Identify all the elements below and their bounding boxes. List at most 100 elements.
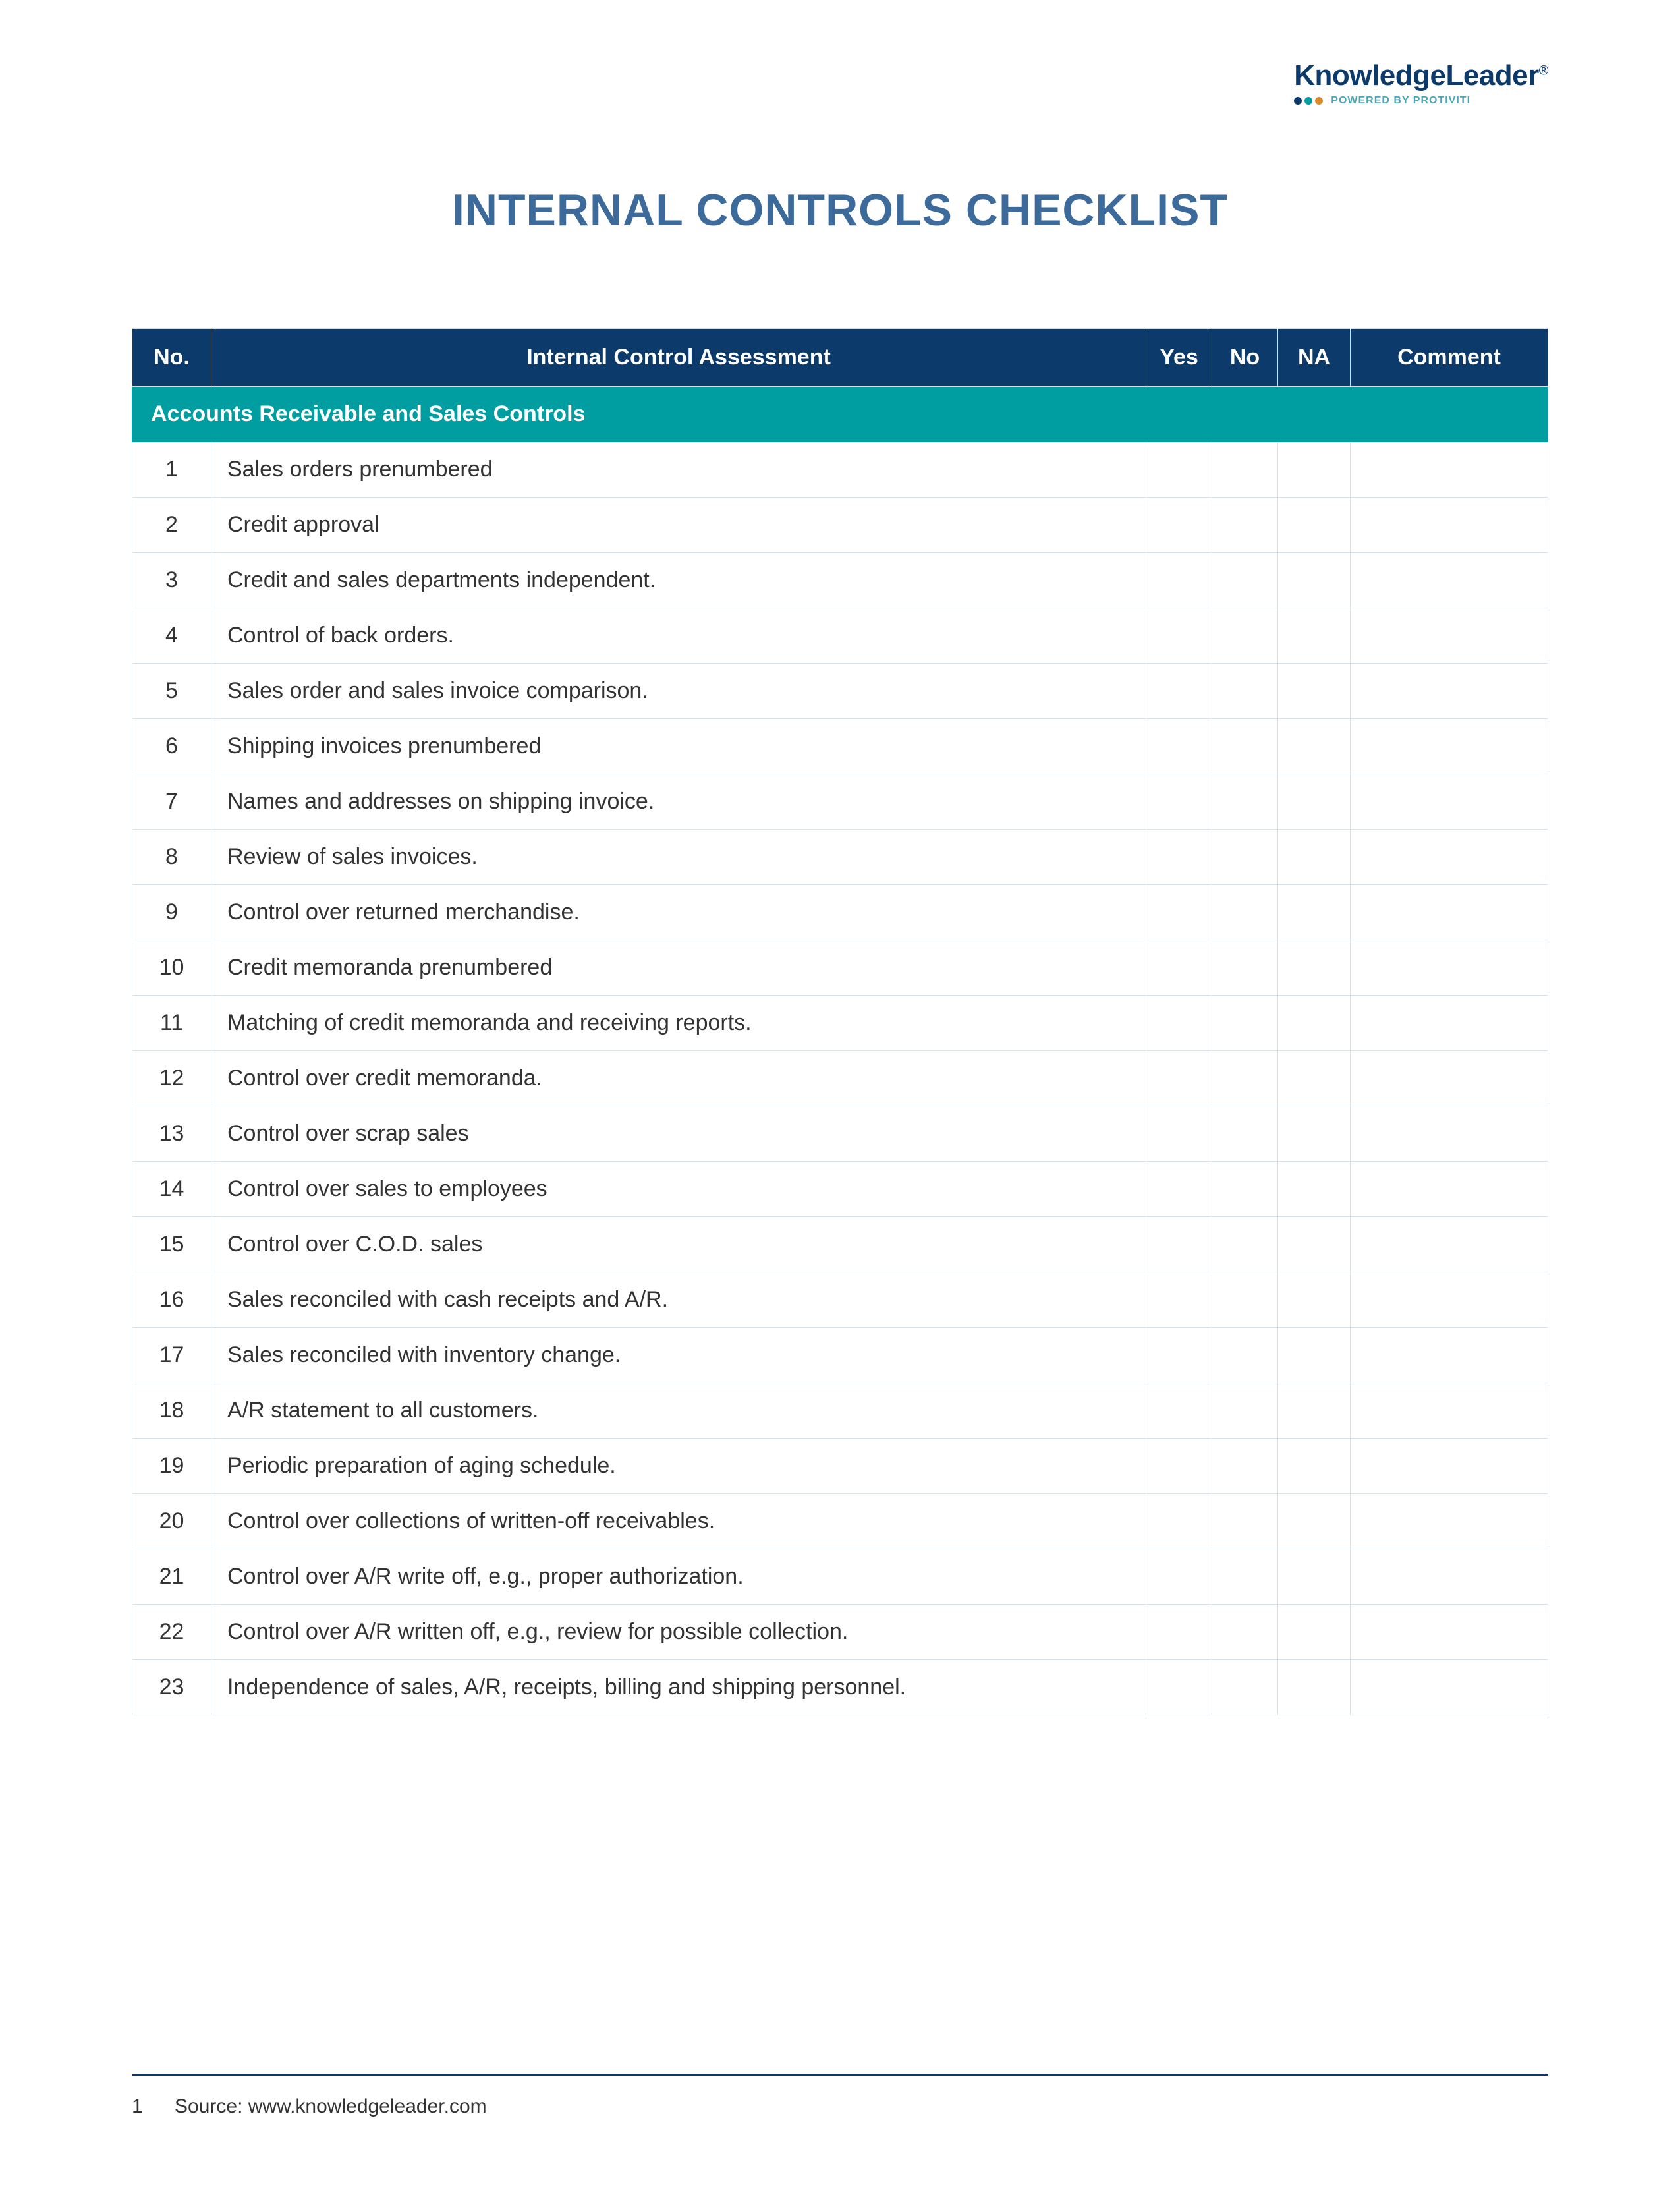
cell-yes[interactable]	[1146, 1660, 1212, 1715]
table-row: 2Credit approval	[132, 498, 1548, 553]
cell-comment[interactable]	[1351, 1217, 1548, 1272]
cell-comment[interactable]	[1351, 1383, 1548, 1439]
cell-no[interactable]	[1212, 996, 1278, 1051]
table-row: 19Periodic preparation of aging schedule…	[132, 1439, 1548, 1494]
cell-yes[interactable]	[1146, 664, 1212, 719]
cell-yes[interactable]	[1146, 498, 1212, 553]
cell-comment[interactable]	[1351, 1494, 1548, 1549]
cell-na[interactable]	[1278, 664, 1351, 719]
cell-no[interactable]	[1212, 1549, 1278, 1605]
row-number: 1	[132, 442, 211, 498]
cell-na[interactable]	[1278, 996, 1351, 1051]
cell-comment[interactable]	[1351, 885, 1548, 940]
cell-comment[interactable]	[1351, 498, 1548, 553]
cell-no[interactable]	[1212, 1383, 1278, 1439]
cell-comment[interactable]	[1351, 1272, 1548, 1328]
cell-na[interactable]	[1278, 830, 1351, 885]
cell-no[interactable]	[1212, 830, 1278, 885]
cell-na[interactable]	[1278, 1660, 1351, 1715]
cell-comment[interactable]	[1351, 719, 1548, 774]
cell-yes[interactable]	[1146, 719, 1212, 774]
cell-comment[interactable]	[1351, 1549, 1548, 1605]
cell-no[interactable]	[1212, 719, 1278, 774]
cell-yes[interactable]	[1146, 442, 1212, 498]
cell-yes[interactable]	[1146, 1106, 1212, 1162]
cell-no[interactable]	[1212, 608, 1278, 664]
cell-comment[interactable]	[1351, 1328, 1548, 1383]
cell-no[interactable]	[1212, 553, 1278, 608]
cell-na[interactable]	[1278, 719, 1351, 774]
cell-no[interactable]	[1212, 1605, 1278, 1660]
cell-no[interactable]	[1212, 1217, 1278, 1272]
cell-comment[interactable]	[1351, 608, 1548, 664]
cell-yes[interactable]	[1146, 1605, 1212, 1660]
cell-no[interactable]	[1212, 940, 1278, 996]
cell-comment[interactable]	[1351, 1605, 1548, 1660]
cell-comment[interactable]	[1351, 553, 1548, 608]
cell-yes[interactable]	[1146, 553, 1212, 608]
cell-comment[interactable]	[1351, 1439, 1548, 1494]
cell-no[interactable]	[1212, 1272, 1278, 1328]
cell-na[interactable]	[1278, 940, 1351, 996]
cell-comment[interactable]	[1351, 442, 1548, 498]
cell-no[interactable]	[1212, 498, 1278, 553]
cell-no[interactable]	[1212, 1660, 1278, 1715]
cell-comment[interactable]	[1351, 830, 1548, 885]
cell-na[interactable]	[1278, 608, 1351, 664]
table-row: 5Sales order and sales invoice compariso…	[132, 664, 1548, 719]
cell-yes[interactable]	[1146, 608, 1212, 664]
cell-yes[interactable]	[1146, 1383, 1212, 1439]
cell-yes[interactable]	[1146, 1494, 1212, 1549]
cell-comment[interactable]	[1351, 1660, 1548, 1715]
cell-yes[interactable]	[1146, 774, 1212, 830]
row-number: 9	[132, 885, 211, 940]
cell-comment[interactable]	[1351, 1106, 1548, 1162]
cell-no[interactable]	[1212, 1328, 1278, 1383]
cell-yes[interactable]	[1146, 885, 1212, 940]
cell-yes[interactable]	[1146, 1439, 1212, 1494]
cell-yes[interactable]	[1146, 940, 1212, 996]
cell-na[interactable]	[1278, 1162, 1351, 1217]
cell-na[interactable]	[1278, 885, 1351, 940]
cell-na[interactable]	[1278, 774, 1351, 830]
cell-comment[interactable]	[1351, 774, 1548, 830]
cell-yes[interactable]	[1146, 1162, 1212, 1217]
cell-na[interactable]	[1278, 1549, 1351, 1605]
cell-no[interactable]	[1212, 1494, 1278, 1549]
table-row: 12Control over credit memoranda.	[132, 1051, 1548, 1106]
cell-na[interactable]	[1278, 1217, 1351, 1272]
cell-yes[interactable]	[1146, 1328, 1212, 1383]
cell-comment[interactable]	[1351, 1051, 1548, 1106]
cell-na[interactable]	[1278, 1051, 1351, 1106]
cell-yes[interactable]	[1146, 1051, 1212, 1106]
cell-no[interactable]	[1212, 664, 1278, 719]
cell-na[interactable]	[1278, 442, 1351, 498]
cell-na[interactable]	[1278, 1605, 1351, 1660]
cell-no[interactable]	[1212, 885, 1278, 940]
cell-yes[interactable]	[1146, 1272, 1212, 1328]
cell-yes[interactable]	[1146, 1549, 1212, 1605]
cell-yes[interactable]	[1146, 1217, 1212, 1272]
cell-no[interactable]	[1212, 1439, 1278, 1494]
cell-na[interactable]	[1278, 1272, 1351, 1328]
cell-na[interactable]	[1278, 553, 1351, 608]
cell-na[interactable]	[1278, 1328, 1351, 1383]
cell-no[interactable]	[1212, 1162, 1278, 1217]
cell-na[interactable]	[1278, 1439, 1351, 1494]
cell-yes[interactable]	[1146, 830, 1212, 885]
cell-comment[interactable]	[1351, 996, 1548, 1051]
cell-na[interactable]	[1278, 1383, 1351, 1439]
cell-no[interactable]	[1212, 1106, 1278, 1162]
cell-comment[interactable]	[1351, 1162, 1548, 1217]
table-row: 9Control over returned merchandise.	[132, 885, 1548, 940]
cell-comment[interactable]	[1351, 940, 1548, 996]
cell-no[interactable]	[1212, 1051, 1278, 1106]
cell-na[interactable]	[1278, 498, 1351, 553]
cell-no[interactable]	[1212, 442, 1278, 498]
cell-na[interactable]	[1278, 1494, 1351, 1549]
cell-comment[interactable]	[1351, 664, 1548, 719]
row-assessment: Credit approval	[211, 498, 1146, 553]
cell-yes[interactable]	[1146, 996, 1212, 1051]
cell-na[interactable]	[1278, 1106, 1351, 1162]
cell-no[interactable]	[1212, 774, 1278, 830]
